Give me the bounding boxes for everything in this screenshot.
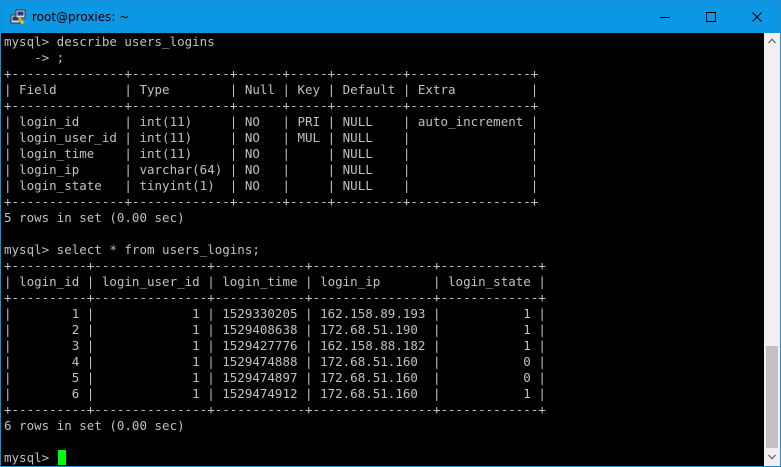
scroll-down-arrow-icon: [768, 454, 776, 460]
putty-icon[interactable]: [10, 9, 26, 25]
terminal-line: | login_time | int(11) | NO | | NULL | |: [4, 146, 539, 161]
maximize-icon: [706, 12, 716, 22]
scroll-up-arrow-icon: [768, 38, 776, 44]
terminal-line: mysql> describe users_logins: [4, 34, 215, 49]
terminal-line: +----------+---------------+------------…: [4, 402, 546, 417]
terminal-line: 5 rows in set (0.00 sec): [4, 210, 185, 225]
terminal-line: +----------+---------------+------------…: [4, 258, 546, 273]
terminal-line: | 3 | 1 | 1529427776 | 162.158.88.182 | …: [4, 338, 546, 353]
terminal-line: +---------------+-------------+------+--…: [4, 194, 539, 209]
terminal-prompt: mysql>: [4, 450, 50, 465]
maximize-button[interactable]: [688, 1, 734, 33]
terminal-area[interactable]: mysql> describe users_logins -> ; +------…: [1, 33, 764, 466]
vertical-scrollbar[interactable]: [764, 33, 780, 466]
close-icon: [752, 12, 762, 22]
terminal-prompt-line[interactable]: mysql>: [4, 450, 546, 466]
window-title: root@proxies: ~: [32, 10, 130, 24]
terminal-line: | 5 | 1 | 1529474897 | 172.68.51.160 | 0…: [4, 370, 546, 385]
text-cursor: [57, 450, 66, 465]
terminal-line: | Field | Type | Null | Key | Default | …: [4, 82, 539, 97]
terminal-line: 6 rows in set (0.00 sec): [4, 418, 185, 433]
scrollbar-thumb[interactable]: [766, 346, 778, 448]
terminal-line: | 6 | 1 | 1529474912 | 172.68.51.160 | 1…: [4, 386, 546, 401]
terminal-line: +----------+---------------+------------…: [4, 290, 546, 305]
terminal-line: | login_user_id | int(11) | NO | MUL | N…: [4, 130, 539, 145]
scroll-down-button[interactable]: [764, 449, 780, 466]
terminal-line: | login_ip | varchar(64) | NO | | NULL |…: [4, 162, 539, 177]
close-button[interactable]: [734, 1, 780, 33]
minimize-icon: [660, 17, 670, 18]
terminal-output: mysql> describe users_logins -> ; +------…: [4, 34, 546, 466]
scroll-up-button[interactable]: [764, 33, 780, 50]
putty-window: root@proxies: ~ mysql> describe users_lo…: [0, 0, 781, 467]
terminal-line: mysql> select * from users_logins;: [4, 242, 260, 257]
terminal-line: -> ;: [4, 50, 65, 65]
minimize-button[interactable]: [642, 1, 688, 33]
terminal-line: | 1 | 1 | 1529330205 | 162.158.89.193 | …: [4, 306, 546, 321]
terminal-line: +---------------+-------------+------+--…: [4, 66, 539, 81]
terminal-line: | login_state | tinyint(1) | NO | | NULL…: [4, 178, 539, 193]
title-bar[interactable]: root@proxies: ~: [1, 1, 780, 33]
terminal-line: | 2 | 1 | 1529408638 | 172.68.51.190 | 1…: [4, 322, 546, 337]
terminal-line: +---------------+-------------+------+--…: [4, 98, 539, 113]
terminal-line: | 4 | 1 | 1529474888 | 172.68.51.160 | 0…: [4, 354, 546, 369]
terminal-line: | login_id | login_user_id | login_time …: [4, 274, 546, 289]
terminal-line: | login_id | int(11) | NO | PRI | NULL |…: [4, 114, 539, 129]
